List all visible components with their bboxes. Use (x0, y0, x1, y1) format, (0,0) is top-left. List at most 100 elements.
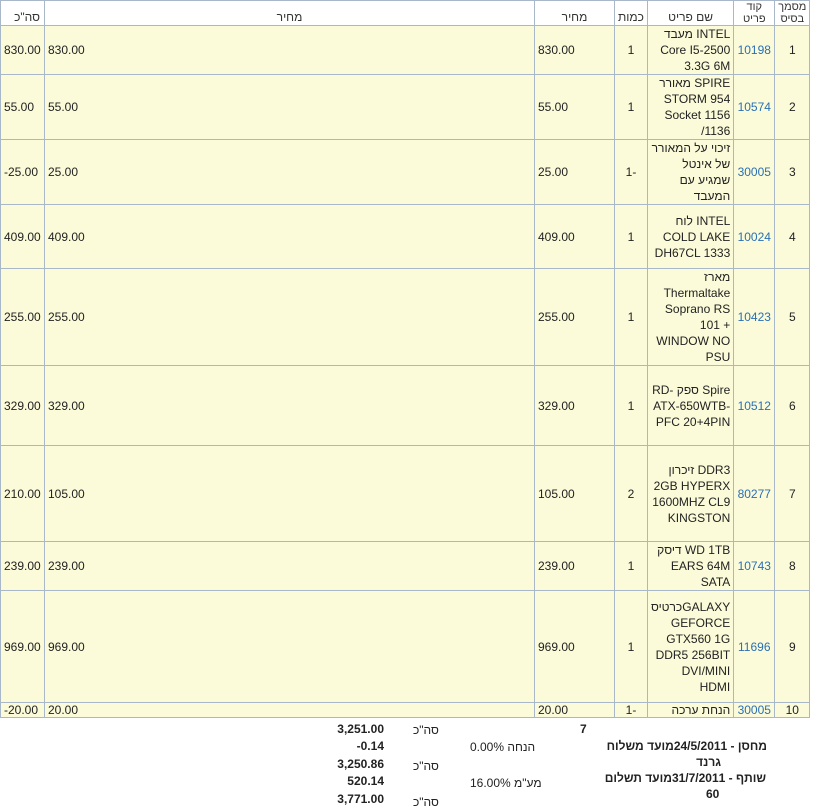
item-code-link[interactable]: 80277 (738, 487, 771, 501)
item-total-cell: 830.00 (0, 25, 45, 75)
item-code-link[interactable]: 30005 (738, 703, 771, 717)
item-name-cell: SPIRE מאורר STORM 954 Socket 1156 /1136 (646, 74, 735, 140)
item-qty-cell: 1 (614, 541, 648, 591)
item-price-cell: 969.00 (534, 590, 615, 703)
item-total-cell: 409.00 (0, 204, 45, 269)
row-number-cell: 3 (774, 139, 811, 205)
item-price-cell: 409.00 (534, 204, 615, 269)
item-name-cell: INTEL לוח COLD LAKE DH67CL 1333 (646, 204, 735, 269)
table-row: 3 30005 זיכוי על המאורר של אינטל שמגיע עם … (0, 139, 811, 205)
item-qty-cell: 1 (614, 590, 648, 703)
item-name-cell: מארז Thermaltake Soprano RS 101 + WINDOW… (646, 268, 735, 366)
row-number-cell: 8 (774, 541, 811, 591)
table-row: 6 10512 Spire ספק RD-ATX-650WTB-PFC 20+4PI… (0, 365, 811, 446)
item-code-link[interactable]: 11696 (738, 640, 770, 654)
item-name-cell: הנחת ערכה (646, 702, 735, 718)
item-price-cell: 830.00 (534, 25, 615, 75)
item-price-net-cell: 409.00 (44, 204, 535, 269)
discount-value: -0.14 (356, 739, 384, 753)
table-header-row: מסמך בסיס קוד פריט שם פריט כמות מחיר מחי… (0, 0, 811, 26)
item-price-cell: 329.00 (534, 365, 615, 446)
table-row: 7 80277 DDR3 זיכרון 2GB HYPERX 1600MHZ CL9… (0, 445, 811, 542)
header-code: קוד פריט (733, 0, 776, 26)
item-qty-cell: 1 (614, 25, 648, 75)
item-code-link-cell[interactable]: 11696 (733, 590, 776, 703)
discount-label: הנחה 0.00% (470, 740, 536, 754)
row-number-cell: 5 (774, 268, 811, 366)
item-price-net-cell: 969.00 (44, 590, 535, 703)
item-qty-cell: 1 (614, 74, 648, 140)
item-code-link-cell[interactable]: 10512 (733, 365, 776, 446)
row-number-cell: 1 (774, 25, 811, 75)
item-price-cell: 20.00 (534, 702, 615, 718)
item-code-link-cell[interactable]: 10743 (733, 541, 776, 591)
table-row: 4 10024 INTEL לוח COLD LAKE DH67CL 1333 1 40… (0, 204, 811, 269)
item-code-link[interactable]: 10743 (738, 559, 771, 573)
item-qty-cell: 1 (614, 204, 648, 269)
row-number-cell: 9 (774, 590, 811, 703)
item-price-net-cell: 329.00 (44, 365, 535, 446)
item-code-link[interactable]: 10024 (738, 230, 771, 244)
table-row: 5 10423 מארז Thermaltake Soprano RS 101 + … (0, 268, 811, 366)
header-qty: כמות (614, 0, 648, 26)
item-total-cell: 255.00 (0, 268, 45, 366)
sum-label-2: סה"כ (413, 759, 439, 773)
item-qty-cell: 1 (614, 365, 648, 446)
item-name-cell: DDR3 זיכרון 2GB HYPERX 1600MHZ CL9 KINGS… (646, 445, 735, 542)
item-price-net-cell: 20.00 (44, 702, 535, 718)
item-code-link-cell[interactable]: 10423 (733, 268, 776, 366)
vat-label: מע"מ 16.00% (470, 776, 542, 790)
subtotal-value: 3,251.00 (337, 722, 384, 736)
item-total-cell: 55.00 (0, 74, 45, 140)
row-number-cell: 7 (774, 445, 811, 542)
header-price-net: מחיר (44, 0, 535, 26)
item-total-cell: 969.00 (0, 590, 45, 703)
item-code-link-cell[interactable]: 30005 (733, 139, 776, 205)
item-name-cell: WD 1TB דיסק EARS 64M SATA (646, 541, 735, 591)
item-price-net-cell: 239.00 (44, 541, 535, 591)
item-code-link[interactable]: 10423 (738, 310, 771, 324)
after-discount-value: 3,250.86 (337, 757, 384, 771)
item-name-cell: GALAXYכרטיס GEFORCE GTX560 1G DDR5 256BI… (646, 590, 735, 703)
item-qty-cell: 2 (614, 445, 648, 542)
sum-label-3: סה"כ (413, 795, 439, 809)
sum-label-1: סה"כ (413, 723, 439, 737)
grand-total-value: 3,771.00 (337, 792, 384, 806)
totals-footer: 7 סה"כ 3,251.00 הנחה 0.00% -0.14 סה"כ 3,… (0, 722, 814, 809)
table-row: 2 10574 SPIRE מאורר STORM 954 Socket 1156 … (0, 74, 811, 140)
row-number-cell: 10 (774, 702, 811, 718)
item-total-cell: 210.00 (0, 445, 45, 542)
table-row: 1 10198 INTEL מעבד Core I5-2500 3.3G 6M 1 83… (0, 25, 811, 75)
item-price-cell: 25.00 (534, 139, 615, 205)
item-price-net-cell: 830.00 (44, 25, 535, 75)
item-code-link[interactable]: 30005 (738, 165, 771, 179)
warehouse-name: גרנד (696, 755, 721, 769)
item-code-link-cell[interactable]: 10024 (733, 204, 776, 269)
table-row: 8 10743 WD 1TB דיסק EARS 64M SATA 1 239.00 23… (0, 541, 811, 591)
qty-total: 7 (580, 722, 587, 736)
item-price-net-cell: 105.00 (44, 445, 535, 542)
item-price-cell: 105.00 (534, 445, 615, 542)
item-total-cell: -20.00 (0, 702, 45, 718)
warehouse-line: מחסן - 24/5/2011מועד משלוח (606, 739, 767, 753)
item-code-link[interactable]: 10512 (738, 399, 771, 413)
item-code-link[interactable]: 10574 (738, 100, 771, 114)
item-code-link-cell[interactable]: 10198 (733, 25, 776, 75)
item-price-net-cell: 25.00 (44, 139, 535, 205)
table-row: 9 11696 GALAXYכרטיס GEFORCE GTX560 1G DDR5… (0, 590, 811, 703)
item-code-link-cell[interactable]: 10574 (733, 74, 776, 140)
item-price-cell: 239.00 (534, 541, 615, 591)
vat-value: 520.14 (347, 774, 384, 788)
item-code-link-cell[interactable]: 30005 (733, 702, 776, 718)
item-total-cell: -25.00 (0, 139, 45, 205)
item-code-link[interactable]: 10198 (738, 43, 771, 57)
item-qty-cell: -1 (614, 702, 648, 718)
partner-line: שותף - 31/7/2011מועד תשלום (604, 771, 766, 785)
table-row: 10 30005 הנחת ערכה -1 20.00 20.00 -20.00 (0, 702, 811, 718)
header-total: סה"כ (0, 0, 45, 26)
item-qty-cell: -1 (614, 139, 648, 205)
item-price-net-cell: 255.00 (44, 268, 535, 366)
header-price: מחיר (534, 0, 615, 26)
row-number-cell: 2 (774, 74, 811, 140)
item-code-link-cell[interactable]: 80277 (733, 445, 776, 542)
